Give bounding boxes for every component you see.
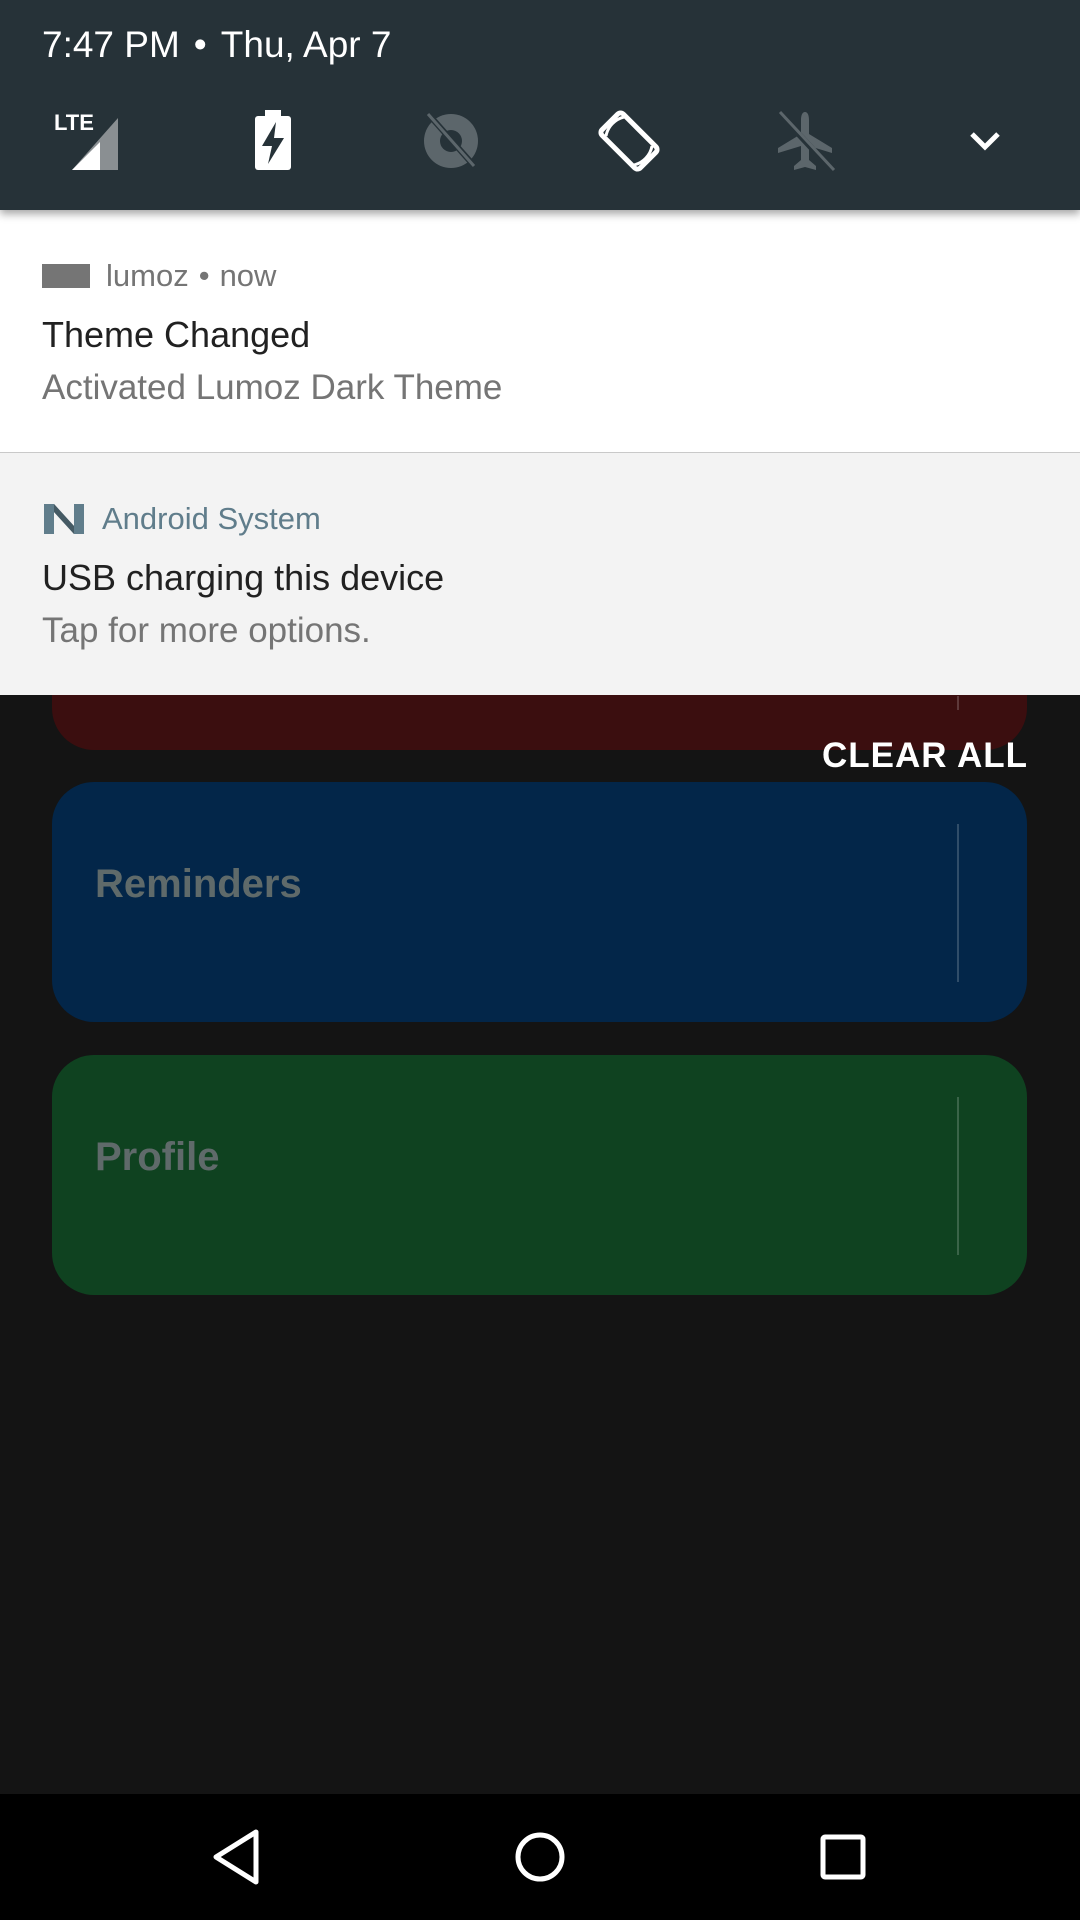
quick-settings-panel: 7:47 PM • Thu, Apr 7 LTE	[0, 0, 1080, 210]
status-time: 7:47 PM	[42, 24, 180, 65]
notification-header: Android System	[42, 499, 321, 539]
airplane-mode-icon[interactable]	[772, 108, 838, 174]
notification-title: USB charging this device	[42, 557, 445, 598]
data-saver-off-icon[interactable]	[418, 108, 484, 174]
notification-app-name: Android System	[102, 501, 321, 536]
notification-text: Activated Lumoz Dark Theme	[42, 368, 503, 407]
recents-icon[interactable]	[808, 1822, 878, 1892]
card-title-profile: Profile	[95, 1135, 220, 1179]
card-divider	[957, 824, 959, 982]
clear-all-button[interactable]: CLEAR ALL	[822, 736, 1028, 776]
navigation-bar	[0, 1794, 1080, 1920]
card-divider	[957, 696, 959, 710]
notification-app-name: lumoz	[106, 258, 189, 293]
back-icon[interactable]	[202, 1822, 272, 1892]
notification-separator: •	[198, 258, 210, 293]
status-date: Thu, Apr 7	[220, 24, 392, 65]
status-separator: •	[193, 24, 207, 65]
notification-title: Theme Changed	[42, 314, 311, 355]
notification-android-system[interactable]: Android System USB charging this device …	[0, 453, 1080, 695]
notification-text: Tap for more options.	[42, 611, 371, 650]
card-reminders[interactable]: Reminders	[52, 782, 1027, 1022]
android-n-logo-icon	[42, 502, 86, 536]
battery-charging-icon[interactable]	[240, 108, 306, 174]
status-clock: 7:47 PM • Thu, Apr 7	[42, 24, 391, 66]
notification-lumoz[interactable]: lumoz • now Theme Changed Activated Lumo…	[0, 210, 1080, 453]
expand-chevron-icon[interactable]	[952, 108, 1018, 174]
card-title-reminders: Reminders	[95, 862, 302, 906]
cellular-lte-icon[interactable]: LTE	[52, 108, 118, 174]
notification-header: lumoz • now	[42, 256, 276, 296]
home-icon[interactable]	[505, 1822, 575, 1892]
card-profile[interactable]: Profile	[52, 1055, 1027, 1295]
lte-label: LTE	[54, 110, 94, 135]
card-divider	[957, 1097, 959, 1255]
notification-time: now	[219, 258, 277, 293]
lumoz-app-icon	[42, 264, 90, 288]
auto-rotate-icon[interactable]	[596, 108, 662, 174]
